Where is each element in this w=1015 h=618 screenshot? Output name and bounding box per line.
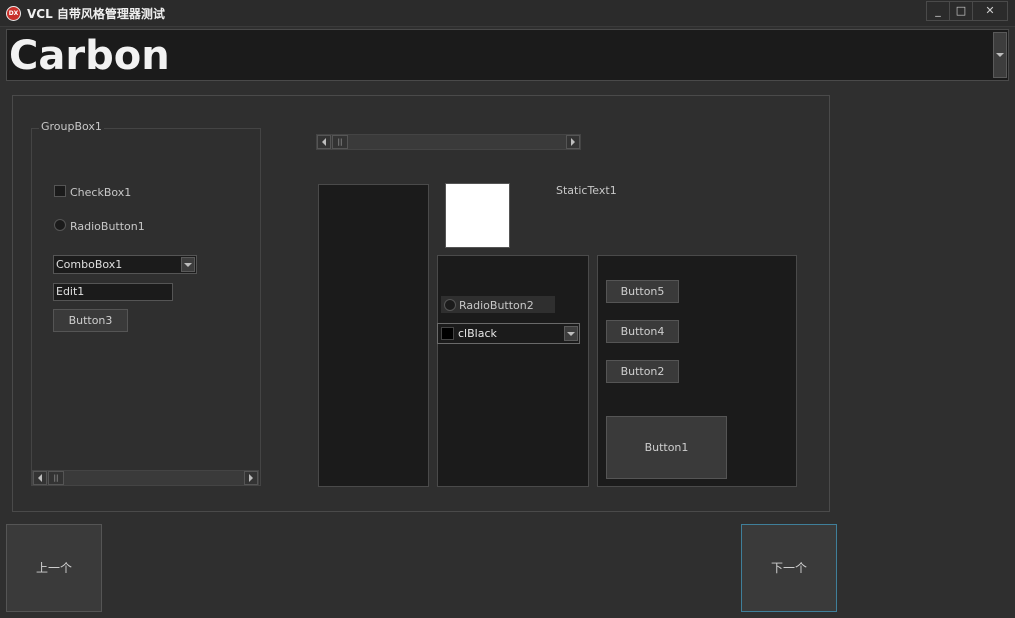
groupbox-horizontal-scrollbar[interactable]: || xyxy=(32,470,259,486)
minimize-button[interactable]: _ xyxy=(926,1,950,21)
edit-1-input[interactable]: Edit1 xyxy=(53,283,173,301)
scroll-left-button[interactable] xyxy=(33,471,47,485)
next-button[interactable]: 下一个 xyxy=(741,524,837,612)
panel-middle xyxy=(437,255,589,487)
color-box-value: clBlack xyxy=(458,327,497,340)
button-2[interactable]: Button2 xyxy=(606,360,679,383)
grip-icon: || xyxy=(53,474,59,482)
checkbox[interactable] xyxy=(54,185,66,197)
static-text: StaticText1 xyxy=(556,184,617,197)
image-box xyxy=(445,183,510,248)
style-selector-combo[interactable]: Carbon xyxy=(6,29,1009,81)
style-selector-value: Carbon xyxy=(9,33,170,79)
arrow-left-icon xyxy=(38,474,42,482)
groupbox xyxy=(31,128,261,486)
scroll-right-button[interactable] xyxy=(244,471,258,485)
window-title: VCL 自带风格管理器测试 xyxy=(27,7,165,21)
arrow-right-icon xyxy=(571,138,575,146)
radio-button-2-label[interactable]: RadioButton2 xyxy=(459,299,534,312)
chevron-down-icon xyxy=(996,53,1004,57)
button-1[interactable]: Button1 xyxy=(606,416,727,479)
arrow-right-icon xyxy=(249,474,253,482)
radio-button-1-label[interactable]: RadioButton1 xyxy=(70,220,145,233)
button-3[interactable]: Button3 xyxy=(53,309,128,332)
button-5[interactable]: Button5 xyxy=(606,280,679,303)
radio-button-1[interactable] xyxy=(54,219,66,231)
close-button[interactable]: ✕ xyxy=(972,1,1008,21)
style-selector-dropdown-button[interactable] xyxy=(993,32,1007,78)
arrow-left-icon xyxy=(322,138,326,146)
checkbox-label[interactable]: CheckBox1 xyxy=(70,186,131,199)
scroll-left-button[interactable] xyxy=(317,135,331,149)
radio-button-2[interactable] xyxy=(444,299,456,311)
groupbox-caption: GroupBox1 xyxy=(39,120,104,133)
chevron-down-icon xyxy=(567,331,575,336)
color-box[interactable]: clBlack xyxy=(437,323,580,344)
scroll-thumb[interactable]: || xyxy=(332,135,348,149)
scroll-thumb[interactable]: || xyxy=(48,471,64,485)
button-4[interactable]: Button4 xyxy=(606,320,679,343)
previous-button[interactable]: 上一个 xyxy=(6,524,102,612)
edit-1-value: Edit1 xyxy=(56,285,85,298)
color-box-dropdown-button[interactable] xyxy=(564,326,578,341)
app-icon: DX xyxy=(6,6,21,21)
horizontal-scrollbar[interactable]: || xyxy=(316,134,581,150)
combobox-1[interactable]: ComboBox1 xyxy=(53,255,197,274)
combobox-1-value: ComboBox1 xyxy=(56,258,123,271)
color-swatch xyxy=(441,327,454,340)
combobox-1-dropdown-button[interactable] xyxy=(181,257,195,272)
grip-icon: || xyxy=(337,138,343,146)
chevron-down-icon xyxy=(184,262,192,267)
listbox[interactable] xyxy=(318,184,429,487)
scroll-right-button[interactable] xyxy=(566,135,580,149)
maximize-button[interactable]: □ xyxy=(949,1,973,21)
